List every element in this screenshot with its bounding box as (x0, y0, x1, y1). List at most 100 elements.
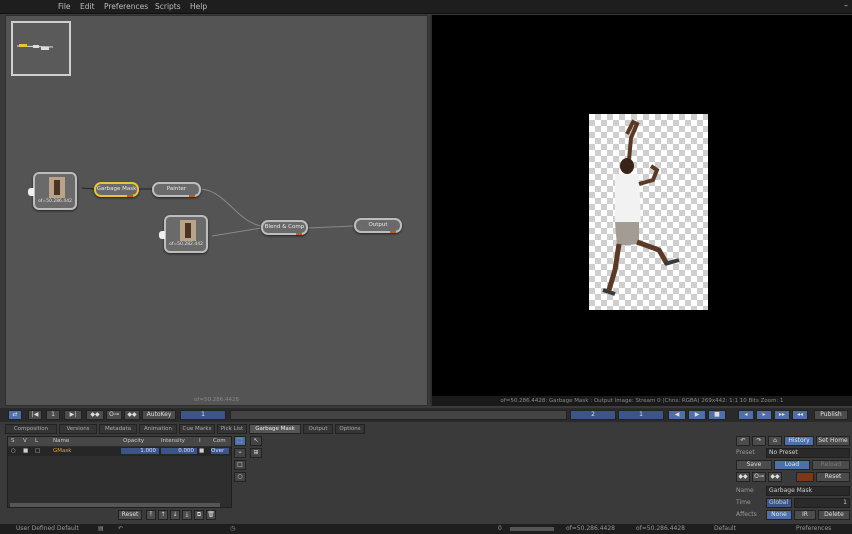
user-defaults[interactable]: User Defined Default (16, 525, 79, 532)
keyframe-prev-icon[interactable]: ◆◆ (736, 472, 750, 482)
pointer-tool-icon[interactable]: ↖ (250, 436, 262, 446)
keyframe-next-button[interactable]: ◆◆ (124, 410, 140, 420)
copy-icon[interactable]: ⧉ (194, 510, 204, 520)
transform-tool-icon[interactable]: ⊞ (250, 448, 262, 458)
reset-layers-button[interactable]: Reset (118, 510, 142, 520)
range-end-field[interactable]: 1 (618, 410, 664, 420)
current-frame-field[interactable]: 1 (180, 410, 226, 420)
move-bottom-icon[interactable]: ⤓ (182, 510, 192, 520)
menu-edit[interactable]: Edit (80, 2, 95, 11)
tab-composition[interactable]: Composition (5, 424, 57, 434)
node-output-port[interactable] (390, 231, 396, 233)
frame-one-button[interactable]: 1 (46, 410, 60, 420)
opacity-field[interactable]: 1.000 (121, 448, 159, 454)
table-row[interactable]: ○ ■ □ GMask 1.000 0.000 ■ Over (8, 447, 231, 456)
node-graph[interactable]: of=50.286.442 Garbage Mask Painter of=50… (5, 15, 428, 406)
keyframe-prev-button[interactable]: ◆◆ (86, 410, 104, 420)
load-button[interactable]: Load (774, 460, 810, 470)
checkbox-icon[interactable]: ■ (199, 448, 204, 454)
bezier-tool-icon[interactable]: ⌁ (234, 448, 246, 458)
tab-versions[interactable]: Versions (59, 424, 97, 434)
move-up-icon[interactable]: ↑ (158, 510, 168, 520)
step-forward-icon[interactable]: ▸ (756, 410, 772, 420)
history-button[interactable]: History (784, 436, 814, 446)
autokey-button[interactable]: AutoKey (142, 410, 176, 420)
move-top-icon[interactable]: ⤒ (146, 510, 156, 520)
menu-help[interactable]: Help (190, 2, 207, 11)
undo-icon[interactable]: ↶ (736, 436, 750, 446)
tab-metadata[interactable]: Metadata (99, 424, 137, 434)
ir-button[interactable]: IR (794, 510, 816, 520)
menu-preferences[interactable]: Preferences (104, 2, 148, 11)
radio-icon[interactable]: ○ (11, 448, 16, 454)
time-select[interactable]: Global (766, 498, 792, 508)
tab-options[interactable]: Options (335, 424, 365, 434)
go-start-button[interactable]: |◀ (28, 410, 42, 420)
image-viewer[interactable]: of=50.286.4428: Garbage Mask : Output Im… (430, 15, 852, 406)
checkbox-icon[interactable]: ■ (23, 448, 28, 454)
book-icon[interactable]: ▤ (98, 525, 104, 532)
tab-cue-marks[interactable]: Cue Marks (179, 424, 215, 434)
color-swatch[interactable] (796, 472, 814, 482)
menu-scripts[interactable]: Scripts (155, 2, 181, 11)
home-icon[interactable]: ⌂ (768, 436, 782, 446)
intensity-field[interactable]: 0.000 (161, 448, 197, 454)
save-button[interactable]: Save (736, 460, 772, 470)
play-reverse-icon[interactable]: ◀ (668, 410, 686, 420)
tab-pick-list[interactable]: Pick List (217, 424, 247, 434)
source-node-2[interactable]: of=50.282.442 (159, 215, 208, 253)
viewer-image-canvas[interactable] (589, 114, 708, 310)
move-down-icon[interactable]: ↓ (170, 510, 180, 520)
timeline-track[interactable] (230, 410, 567, 420)
comp-select[interactable]: Over (211, 448, 229, 454)
menu-file[interactable]: File (58, 2, 71, 11)
publish-button[interactable]: Publish (814, 410, 848, 420)
go-end-button[interactable]: ▶| (64, 410, 82, 420)
delete-button[interactable]: Delete (818, 510, 850, 520)
node-blend-comp[interactable]: Blend & Comp (261, 220, 308, 235)
reset-button[interactable]: Reset (816, 472, 850, 482)
skip-end-icon[interactable]: ▸▸ (774, 410, 790, 420)
col-i: I (199, 438, 201, 444)
affects-select[interactable]: None (766, 510, 792, 520)
node-garbage-mask[interactable]: Garbage Mask (94, 182, 139, 197)
checkbox-icon[interactable]: □ (35, 448, 40, 454)
node-output-port[interactable] (296, 233, 302, 235)
node-output-port[interactable] (189, 195, 195, 197)
trash-icon[interactable]: 🗑 (206, 510, 216, 520)
node-output[interactable]: Output (354, 218, 402, 233)
play-icon[interactable]: ▶ (688, 410, 706, 420)
set-home-button[interactable]: Set Home (816, 436, 850, 446)
tab-output[interactable]: Output (303, 424, 333, 434)
ellipse-tool-icon[interactable]: ○ (234, 472, 246, 482)
keyframe-next-icon[interactable]: ◆◆ (768, 472, 782, 482)
key-icon[interactable]: O⊸ (752, 472, 766, 482)
node-output-port[interactable] (127, 195, 133, 197)
loop-icon[interactable]: ⇄ (8, 410, 22, 420)
graph-overview-thumbnail[interactable] (11, 21, 71, 76)
undo-icon[interactable]: ↶ (118, 525, 123, 532)
rectangle-tool-icon[interactable]: □ (234, 460, 246, 470)
tab-animation[interactable]: Animation (139, 424, 177, 434)
range-start-field[interactable]: 2 (570, 410, 616, 420)
node-input-knob[interactable] (28, 188, 34, 196)
step-back-icon[interactable]: ◂ (738, 410, 754, 420)
node-painter[interactable]: Painter (152, 182, 201, 197)
default-layout[interactable]: Default (714, 525, 736, 532)
time-end-field[interactable]: 1 (794, 498, 850, 508)
redo-icon[interactable]: ↷ (752, 436, 766, 446)
skip-start-icon[interactable]: ◂◂ (792, 410, 808, 420)
preferences-button[interactable]: Preferences (796, 525, 831, 532)
layer-name[interactable]: GMask (53, 448, 71, 454)
tab-garbage-mask[interactable]: Garbage Mask (249, 424, 301, 434)
select-tool-icon[interactable]: ⬚ (234, 436, 246, 446)
stop-icon[interactable]: ■ (708, 410, 726, 420)
reload-button[interactable]: Reload (812, 460, 850, 470)
source-node-1[interactable]: of=50.286.442 (28, 172, 77, 210)
minimize-icon[interactable]: – (844, 1, 848, 10)
key-icon[interactable]: O⊸ (106, 410, 122, 420)
layer-scrollbar[interactable] (10, 503, 220, 507)
name-field[interactable]: Garbage Mask (766, 486, 850, 496)
preset-select[interactable]: No Preset (766, 448, 850, 458)
node-input-knob[interactable] (159, 231, 165, 239)
